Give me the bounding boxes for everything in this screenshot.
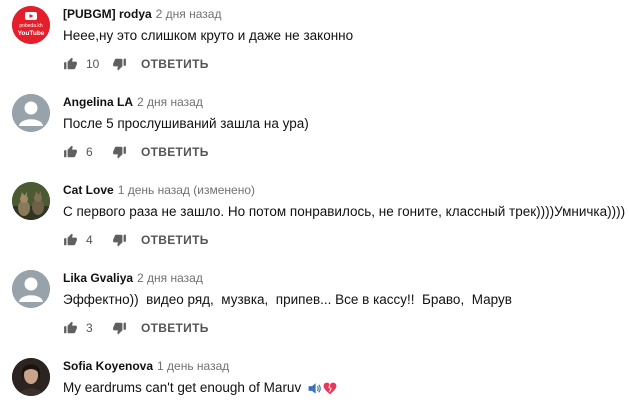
like-count: 3 [86,321,93,335]
avatar[interactable] [12,270,50,308]
dislike-button[interactable] [112,233,127,247]
default-user-icon [12,270,50,308]
thumbs-up-icon [64,57,77,70]
like-button[interactable] [63,321,78,335]
comment-text: Неее,ну это слишком круто и даже не зако… [63,28,354,43]
like-count: 6 [86,145,93,159]
avatar[interactable] [12,358,50,396]
youtube-logo-icon: pobeda.kh YouTube [12,6,50,44]
thumbs-up-icon [64,321,77,334]
thumbs-up-icon [64,145,77,158]
author-name[interactable]: [PUBGM] rodya [63,7,152,21]
comment-header: Lika Gvaliya 2 дня назад [63,271,203,285]
timestamp[interactable]: 2 дня назад [156,7,222,21]
like-button[interactable] [63,145,78,159]
dislike-button[interactable] [112,145,127,159]
comment-header: [PUBGM] rodya 2 дня назад [63,7,221,21]
comment-text: После 5 прослушиваний зашла на ура) [63,116,309,131]
reply-button[interactable]: ОТВЕТИТЬ [141,57,209,71]
thumbs-down-icon [113,322,126,335]
heart-icon [323,382,337,395]
comment-body: My eardrums can't get enough of Maruv [63,380,337,395]
avatar-caption-top: pobeda.kh [19,23,43,29]
thumbs-down-icon [113,146,126,159]
thumbs-up-icon [64,233,77,246]
comment-actions: 4 ОТВЕТИТЬ [63,230,209,250]
like-button[interactable] [63,57,78,71]
default-user-icon [12,94,50,132]
reply-button[interactable]: ОТВЕТИТЬ [141,145,209,159]
comment-header: Angelina LA 2 дня назад [63,95,203,109]
thumbs-down-icon [113,234,126,247]
author-name[interactable]: Lika Gvaliya [63,271,133,285]
thumbs-down-icon [113,58,126,71]
comment-header: Sofia Koyenova 1 день назад [63,359,229,373]
author-name[interactable]: Cat Love [63,183,114,197]
like-count: 10 [86,57,100,71]
like-button[interactable] [63,233,78,247]
user-photo-icon [12,358,50,396]
cat-photo-icon [12,182,50,220]
comment-actions: 6 ОТВЕТИТЬ [63,142,209,162]
comment-actions: 10 ОТВЕТИТЬ [63,54,209,74]
author-name[interactable]: Sofia Koyenova [63,359,153,373]
dislike-button[interactable] [112,321,127,335]
avatar-caption-bottom: YouTube [18,30,45,37]
avatar[interactable] [12,94,50,132]
comment-text: С первого раза не зашло. Но потом понрав… [63,204,626,219]
speaker-icon [308,383,321,394]
timestamp[interactable]: 1 день назад [157,359,229,373]
reply-button[interactable]: ОТВЕТИТЬ [141,233,209,247]
comment-text: My eardrums can't get enough of Maruv [63,380,302,395]
comment-header: Cat Love 1 день назад (изменено) [63,183,255,197]
timestamp[interactable]: 2 дня назад [137,271,203,285]
avatar[interactable]: pobeda.kh YouTube [12,6,50,44]
comment-text: Эффектно)) видео ряд, музвка, припев... … [63,292,512,307]
like-count: 4 [86,233,93,247]
timestamp[interactable]: 1 день назад (изменено) [118,183,255,197]
author-name[interactable]: Angelina LA [63,95,133,109]
timestamp[interactable]: 2 дня назад [137,95,203,109]
reply-button[interactable]: ОТВЕТИТЬ [141,321,209,335]
comment-actions: 3 ОТВЕТИТЬ [63,318,209,338]
dislike-button[interactable] [112,57,127,71]
avatar[interactable] [12,182,50,220]
